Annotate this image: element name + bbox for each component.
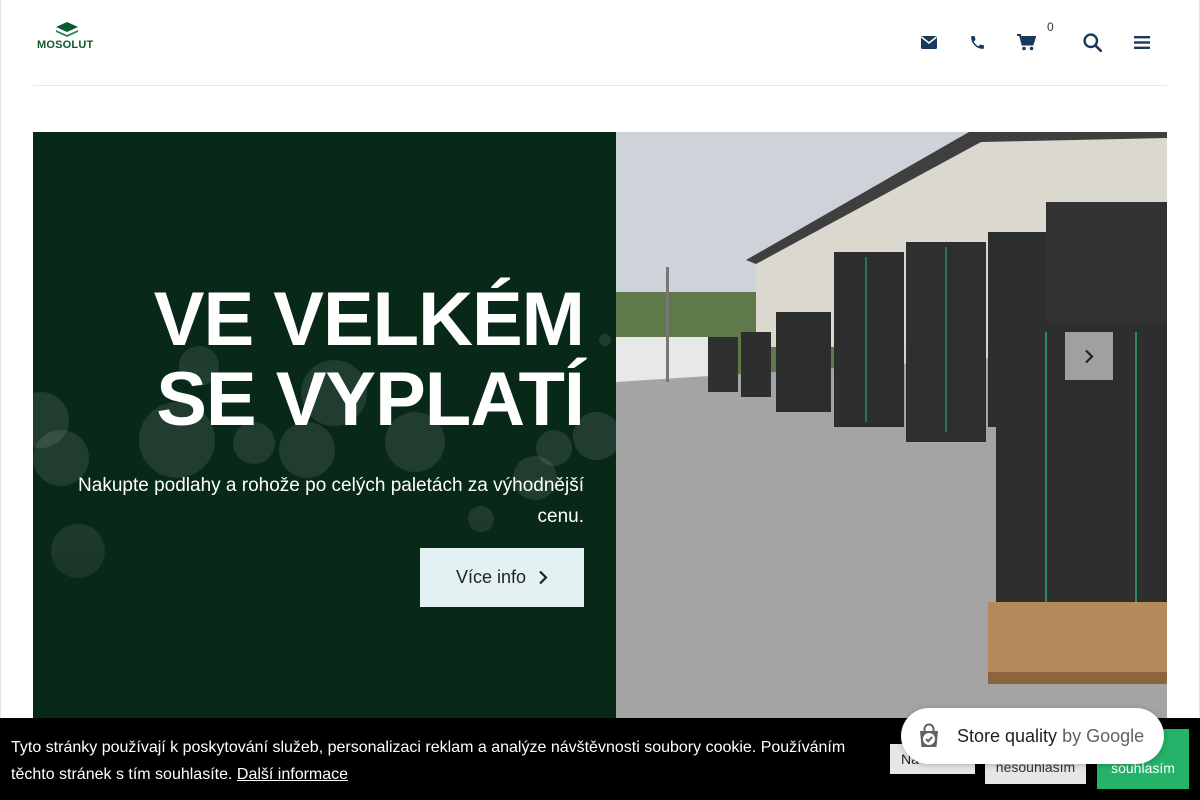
phone-icon[interactable] bbox=[965, 30, 989, 54]
shopping-bag-check-icon bbox=[920, 723, 938, 747]
hero-subtitle: Nakupte podlahy a rohože po celých palet… bbox=[78, 475, 584, 527]
more-info-button[interactable]: Více info bbox=[420, 548, 584, 607]
cookie-consent-text: Tyto stránky používají k poskytování slu… bbox=[11, 734, 871, 788]
chevron-right-icon bbox=[539, 570, 548, 585]
more-info-button-label: Více info bbox=[455, 567, 527, 587]
logo-text: MOSOLUT bbox=[37, 39, 94, 51]
site-header: MOSOLUT 0 bbox=[33, 0, 1167, 86]
logo-mark-icon bbox=[56, 22, 78, 37]
menu-icon[interactable] bbox=[1130, 30, 1154, 54]
store-quality-title: Store quality bbox=[957, 725, 1058, 746]
hero-photo-warehouse-pallets bbox=[616, 132, 1167, 732]
store-quality-label: Store quality by Google bbox=[957, 726, 1144, 747]
warehouse-photo-illustration bbox=[616, 132, 1167, 732]
cookie-consent-message: Tyto stránky používají k poskytování slu… bbox=[11, 739, 846, 783]
logo[interactable]: MOSOLUT bbox=[37, 22, 95, 54]
more-info-link[interactable]: Další informace bbox=[237, 766, 348, 783]
search-icon[interactable] bbox=[1080, 30, 1104, 54]
store-quality-by-google: by Google bbox=[1062, 725, 1145, 746]
chevron-right-icon bbox=[1085, 349, 1094, 363]
hero-title: VE VELKÉM SE VYPLATÍ bbox=[44, 277, 585, 442]
envelope-icon[interactable] bbox=[917, 30, 941, 54]
cart-icon[interactable] bbox=[1014, 30, 1038, 54]
cart-count-badge: 0 bbox=[1047, 20, 1054, 34]
hero-text-panel: VE VELKÉM SE VYPLATÍ Nakupte podlahy a r… bbox=[33, 132, 616, 732]
hero-title-line-2: SE VYPLATÍ bbox=[156, 357, 585, 442]
hero-title-line-1: VE VELKÉM bbox=[153, 277, 585, 362]
slider-next-button[interactable] bbox=[1065, 332, 1113, 380]
store-quality-badge[interactable]: Store quality by Google bbox=[901, 708, 1164, 764]
hero-slider: VE VELKÉM SE VYPLATÍ Nakupte podlahy a r… bbox=[33, 132, 1167, 732]
